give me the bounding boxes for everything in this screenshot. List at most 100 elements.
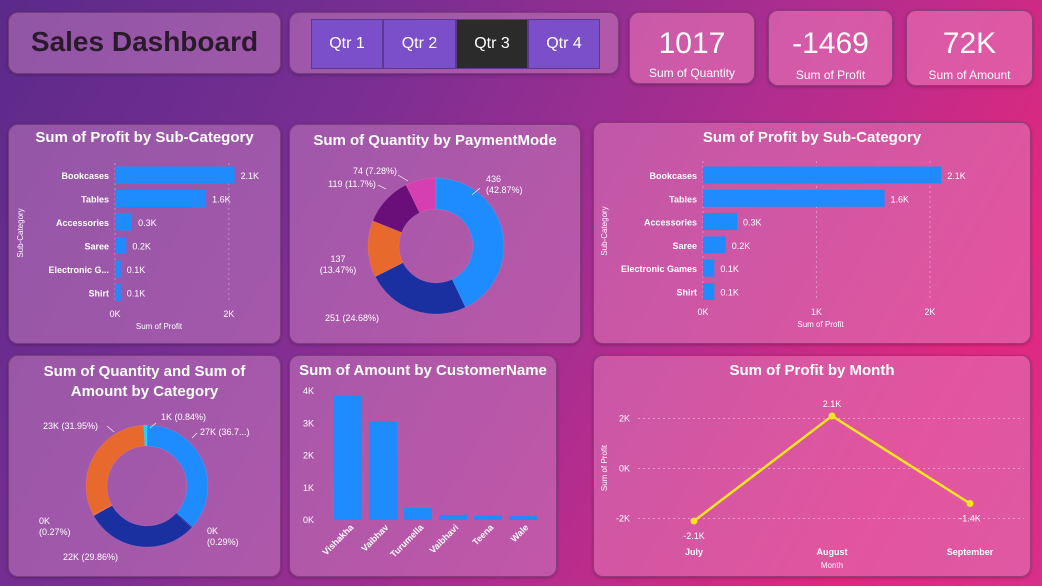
bar — [334, 395, 362, 520]
slicer-qtr-4[interactable]: Qtr 4 — [528, 19, 600, 69]
data-label: 0.1K — [720, 264, 739, 274]
slice-label: 23K (31.95%) — [43, 421, 98, 431]
category-label: Accessories — [644, 218, 697, 228]
slice-label: 436 (42.87%) — [486, 174, 523, 195]
y-tick-label: 4K — [303, 386, 314, 396]
kpi-profit-card: -1469 Sum of Profit — [768, 10, 893, 86]
quantity-amount-by-category-chart: 27K (36.7...) 0K (0.29%) 22K (29.86%) 0K (0.2… — [39, 412, 250, 562]
slice-label: 0K (0.27%) — [39, 516, 71, 537]
y-axis-title: Sub-Category — [600, 206, 609, 255]
slice-label: 74 (7.28%) — [353, 166, 397, 176]
bar — [115, 260, 121, 278]
x-tick-label: September — [947, 547, 994, 557]
category-label: Vishakha — [321, 522, 357, 558]
category-label: Shirt — [676, 288, 697, 298]
data-label: 2.1K — [241, 171, 260, 181]
bar — [439, 514, 467, 520]
y-axis-title: Sub-Category — [16, 208, 25, 257]
profit-by-month-card: Sum of Profit by Month 2K 0K -2K -2.1K July 2… — [593, 355, 1031, 577]
leader-line — [106, 425, 115, 433]
bar — [703, 189, 885, 207]
slice-label: 0K (0.29%) — [207, 526, 239, 547]
x-tick-label: 1K — [811, 307, 822, 317]
kpi-profit-label: Sum of Profit — [795, 68, 866, 82]
slice-label: 137 (13.47%) — [320, 254, 357, 275]
category-label: Saree — [672, 241, 697, 251]
data-label: 2.1K — [823, 399, 842, 409]
category-label: Electronic G... — [48, 265, 109, 275]
data-label: 0.2K — [132, 242, 151, 252]
category-label: Saree — [84, 242, 109, 252]
y-tick-label: 0K — [619, 464, 630, 474]
bar — [509, 516, 537, 520]
quantity-by-paymentmode-chart: 436 (42.87%) 251 (24.68%) 137 (13.47%) 119 (1… — [320, 166, 523, 323]
data-point — [828, 412, 836, 420]
category-label: Wale — [509, 522, 531, 544]
slicer-qtr-3[interactable]: Qtr 3 — [456, 19, 528, 69]
donut-slice — [374, 262, 466, 315]
data-label: 0.3K — [743, 218, 762, 228]
data-label: 0.1K — [127, 265, 146, 275]
data-label: 0.1K — [720, 288, 739, 298]
data-label: 1.6K — [212, 195, 231, 205]
slice-label: 251 (24.68%) — [325, 313, 379, 323]
profit-by-subcategory-chart-right: 0K 1K 2K Bookcases 2.1K Tables 1.6K Accessories… — [600, 161, 966, 329]
slicer-qtr-1[interactable]: Qtr 1 — [311, 19, 383, 69]
leader-line — [191, 432, 198, 439]
bar — [115, 190, 207, 207]
kpi-profit-value: -1469 — [792, 27, 869, 60]
category-label: Tables — [669, 194, 697, 204]
x-tick-label: 0K — [109, 309, 120, 319]
category-label: Teena — [470, 522, 496, 548]
y-axis-title: Sum of Profit — [600, 444, 609, 491]
data-label: 0.1K — [127, 289, 146, 299]
category-label: Bookcases — [61, 171, 109, 181]
amount-by-customername-chart: 0K 1K 2K 3K 4K Vishakha VaibhavTurumella Vaibha… — [303, 386, 537, 560]
x-axis-title: Sum of Profit — [797, 320, 844, 329]
quarter-slicer: Qtr 1 Qtr 2 Qtr 3 Qtr 4 — [289, 12, 619, 74]
bar — [115, 237, 127, 254]
x-tick-label: 0K — [697, 307, 708, 317]
quantity-amount-by-category-card: Sum of Quantity and Sum of Amount by Cat… — [8, 355, 281, 577]
bar — [703, 236, 726, 254]
slicer-qtr-2[interactable]: Qtr 2 — [383, 19, 456, 69]
y-tick-label: 0K — [303, 515, 314, 525]
bar — [703, 213, 738, 231]
bar — [703, 259, 715, 277]
category-label: Bookcases — [649, 171, 697, 181]
x-axis-title: Month — [821, 561, 843, 570]
donut-slice — [146, 424, 209, 528]
bar — [115, 213, 133, 231]
slice-label: 119 (11.7%) — [328, 179, 376, 189]
kpi-quantity-value: 1017 — [658, 27, 726, 60]
bar — [703, 166, 942, 184]
leader-line — [377, 184, 387, 190]
dashboard-title: Sales Dashboard — [30, 26, 259, 57]
slice-label: 27K (36.7...) — [200, 427, 250, 437]
data-label: 0.2K — [732, 241, 751, 251]
x-tick-label: August — [817, 547, 848, 557]
title-card: Sales Dashboard — [8, 12, 281, 74]
data-label: -1.4K — [959, 514, 981, 524]
y-tick-label: -2K — [616, 514, 630, 524]
category-label: Vaibhav — [359, 522, 390, 553]
bar — [404, 507, 432, 520]
profit-by-subcategory-card-right: Sum of Profit by Sub-Category 0K 1K 2K Book… — [593, 122, 1031, 344]
bar — [703, 283, 715, 300]
category-label: Vaibhavi — [428, 522, 461, 555]
profit-by-subcategory-chart-left: 0K 2K Bookcases 2.1K Tables 1.6K Accessories 0.… — [16, 163, 260, 331]
y-tick-label: 1K — [303, 483, 314, 493]
kpi-quantity-card: 1017 Sum of Quantity — [629, 12, 755, 84]
category-label: Accessories — [56, 218, 109, 228]
kpi-quantity-label: Sum of Quantity — [648, 66, 736, 80]
data-label: 0.3K — [138, 218, 157, 228]
donut-slice — [85, 424, 146, 516]
bar — [115, 166, 235, 184]
category-label: Turumella — [388, 522, 426, 560]
leader-line — [397, 174, 409, 182]
x-tick-label: 2K — [223, 309, 234, 319]
slice-label: 1K (0.84%) — [161, 412, 206, 422]
quantity-by-paymentmode-card: Sum of Quantity by PaymentMode 436 (42.87… — [289, 124, 581, 344]
profit-by-subcategory-card-left: Sum of Profit by Sub-Category 0K 2K Bookca… — [8, 124, 281, 344]
bar — [115, 284, 121, 301]
